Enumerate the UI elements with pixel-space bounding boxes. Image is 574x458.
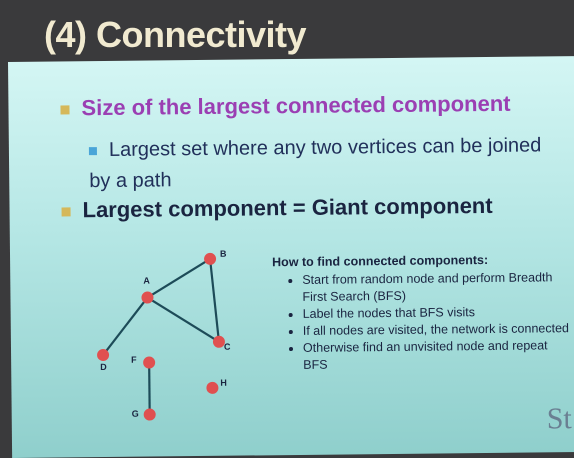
node-H	[206, 381, 219, 394]
node-label-G: G	[132, 409, 139, 419]
node-label-D: D	[100, 362, 107, 372]
edge-F-G	[148, 362, 151, 415]
node-B	[204, 252, 217, 265]
edge-B-C	[208, 258, 221, 342]
slide-title: (4) Connectivity	[44, 14, 307, 55]
node-G	[143, 408, 156, 421]
node-F	[143, 356, 156, 369]
edge-A-B	[146, 257, 211, 299]
node-label-H: H	[220, 378, 227, 388]
node-label-C: C	[224, 342, 231, 352]
node-label-F: F	[131, 355, 137, 365]
edge-A-C	[146, 296, 220, 343]
graph-diagram: A B C D F G H	[97, 249, 231, 421]
edge-A-D	[102, 296, 149, 356]
node-label-B: B	[220, 249, 227, 259]
stanford-logo: St	[546, 402, 572, 436]
slide-body: Size of the largest connected component …	[8, 56, 574, 458]
node-label-A: A	[143, 276, 150, 286]
